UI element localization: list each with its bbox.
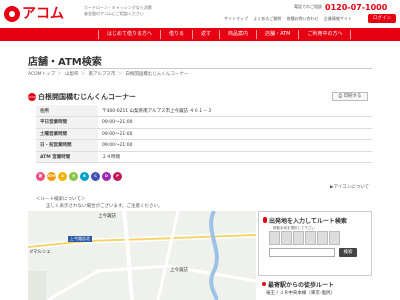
tagline: カードローン・キャッシングなら消費者金融のアコムにご相談ください [84,5,152,16]
service-icon: D [102,172,111,181]
nav-item-products[interactable]: 商品案内 [220,30,258,39]
table-row: 日・祝営業時間 09:00～21:00 [36,139,372,152]
print-button[interactable]: ⎙ 印刷する [332,92,368,101]
atm-hours-value: ２４時間 [98,151,372,163]
holiday-hours-label: 日・祝営業時間 [36,139,98,152]
train-mode-icon[interactable] [305,231,316,245]
station-dot-icon [262,282,266,286]
phone-label: 電話でのご相談 [294,4,322,9]
bus-mode-icon[interactable] [317,231,328,245]
breadcrumb-separator: ＞ [80,72,86,77]
header-link-corporate[interactable]: 企業情報サイト [324,16,352,21]
saturday-hours-value: 09:00～21:00 [98,128,372,140]
address-label: 住所 [36,105,98,117]
nav-item-store-atm[interactable]: 店舗・ATM [257,30,300,39]
nearby-station-link[interactable]: 竜王 / ＪＲ中央本線（東京-塩尻） [266,290,335,296]
breadcrumb-city[interactable]: 南アルプス市 [88,72,115,77]
service-icon: 新 [36,172,45,181]
route-search-button[interactable]: 検索 [339,248,357,257]
map-label-area: 上今諏訪 [98,214,116,219]
map-roads [28,211,256,300]
weekday-hours-label: 平日営業時間 [36,116,98,129]
store-info-table: 住所 〒400-0211 山梨県南アルプス市上今諏訪 ４６１－３ 平日営業時間 … [36,105,372,163]
breadcrumb-top[interactable]: ACOMトップ [28,72,55,77]
acom-logo-icon[interactable] [4,6,20,22]
building-mode-icon[interactable] [329,231,340,245]
phone-number[interactable]: 0120-07-1000 [325,3,387,12]
page-title: 店舗・ATM検索 [28,57,102,68]
nav-item-first-time[interactable]: はじめて借りる方へ [98,30,162,39]
service-icon: ATM [47,172,56,181]
route-note-title: ＜ルート検索について＞ [36,197,86,202]
walk-mode-icon[interactable] [269,231,280,245]
breadcrumb-current: 白根開国橋むじんくんコーナー [125,72,189,77]
transport-modes [269,231,341,245]
table-row: ATM 営業時間 ２４時間 [36,151,372,163]
nav-item-members[interactable]: ご利用中の方へ [299,30,352,39]
title-divider [28,68,372,69]
breadcrumb-separator: ＞ [117,72,122,77]
nav-item-borrow[interactable]: 借りる [161,30,194,39]
global-nav: はじめて借りる方へ 借りる 返す 商品案内 店舗・ATM ご利用中の方へ [0,28,400,41]
service-icon: P [113,172,122,181]
printer-icon: ⎙ [338,94,343,99]
address-value: 〒400-0211 山梨県南アルプス市上今諏訪 ４６１－３ [98,105,372,117]
map-label-poi: ifマルシェ [30,250,51,255]
nearby-title: 最寄駅からの徒歩ルート [268,282,335,289]
route-note-text: 正しく表示されない場合がございます。ご注意ください。 [46,204,163,209]
header-link-sitemap[interactable]: サイトマップ [224,16,248,21]
service-icon: B [80,172,89,181]
service-icons: 新 ATM A カ B C D P [36,172,124,182]
service-icon: A [58,172,67,181]
icon-help-link[interactable]: ▶アイコンについて [330,184,369,190]
breadcrumb-separator: ＞ [57,72,62,77]
saturday-hours-label: 土曜営業時間 [36,128,98,140]
map-label-district: 上今諏訪 [170,268,188,273]
service-icon: カ [69,172,78,181]
store-name: 白根開国橋むじんくんコーナー [38,93,136,101]
weekday-hours-value: 09:00～21:00 [98,116,372,129]
site-header: アコム カードローン・キャッシングなら消費者金融のアコムにご相談ください 電話で… [0,0,400,27]
table-row: 平日営業時間 09:00～21:00 [36,116,372,129]
holiday-hours-value: 09:00～21:00 [98,139,372,152]
table-row: 土曜営業時間 09:00～21:00 [36,128,372,140]
route-search-title: 出発地を入力してルート検索 [269,218,347,225]
pin-icon [263,217,267,223]
service-icon: C [91,172,100,181]
store-header: ACOM 白根開国橋むじんくんコーナー ⎙ 印刷する [28,91,372,103]
map-label-station: 上今諏訪北 [68,236,92,242]
car-mode-icon[interactable] [281,231,292,245]
print-label: 印刷する [343,94,362,99]
nearby-station-panel: 最寄駅からの徒歩ルート 竜王 / ＪＲ中央本線（東京-塩尻） [258,275,372,300]
atm-hours-label: ATM 営業時間 [36,151,98,163]
header-link-contact[interactable]: 各種お問い合わせ [287,16,319,21]
login-button[interactable]: ログイン [368,14,396,23]
table-row: 住所 〒400-0211 山梨県南アルプス市上今諏訪 ４６１－３ [36,105,372,117]
bicycle-mode-icon[interactable] [293,231,304,245]
map[interactable]: 上今諏訪 上今諏訪北 ifマルシェ 上今諏訪 [28,211,256,300]
logo-text[interactable]: アコム [22,6,64,22]
header-links: サイトマップ よくあるご質問 各種お問い合わせ 企業情報サイト [224,16,356,22]
nav-item-repay[interactable]: 返す [193,30,221,39]
acom-badge-icon: ACOM [28,93,38,101]
origin-input[interactable] [269,248,335,257]
breadcrumb-prefecture[interactable]: 山梨県 [65,72,79,77]
breadcrumb: ACOMトップ＞ 山梨県＞ 南アルプス市＞ 白根開国橋むじんくんコーナー [28,71,188,77]
header-link-faq[interactable]: よくあるご質問 [253,16,281,21]
